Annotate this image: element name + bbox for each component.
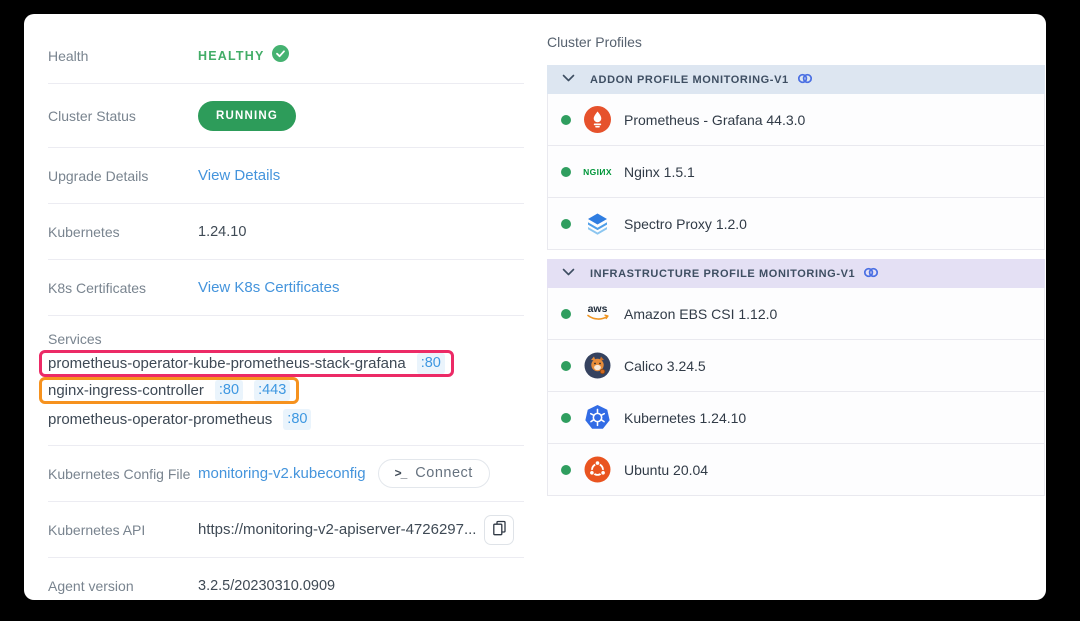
profile-item-prometheus-grafana[interactable]: Prometheus - Grafana 44.3.0 [547,94,1045,146]
upgrade-details-label: Upgrade Details [48,168,198,184]
profile-item-kubernetes[interactable]: Kubernetes 1.24.10 [547,392,1045,444]
kubernetes-api-label: Kubernetes API [48,522,198,538]
service-name: prometheus-operator-kube-prometheus-stac… [48,353,406,374]
health-row: Health HEALTHY [48,28,524,84]
cluster-status-label: Cluster Status [48,108,198,124]
kubernetes-api-url: https://monitoring-v2-apiserver-4726297.… [198,521,476,538]
pack-label: Nginx 1.5.1 [624,164,695,180]
service-port-link[interactable]: :443 [254,380,290,401]
pink-highlight-box: prometheus-operator-kube-prometheus-stac… [39,350,454,377]
aws-icon: aws [584,300,611,327]
profile-item-amazon-ebs-csi[interactable]: aws Amazon EBS CSI 1.12.0 [547,288,1045,340]
status-dot [561,465,571,475]
status-dot [561,309,571,319]
service-row-grafana: prometheus-operator-kube-prometheus-stac… [48,350,524,377]
copy-icon [492,520,507,539]
view-details-link[interactable]: View Details [198,167,280,184]
pack-label: Calico 3.24.5 [624,358,706,374]
copy-button[interactable] [484,515,514,545]
service-plain-box: prometheus-operator-prometheus :80 [39,406,320,433]
prometheus-icon [584,106,611,133]
kubernetes-api-row: Kubernetes API https://monitoring-v2-api… [48,502,524,558]
cluster-profiles-title: Cluster Profiles [547,34,1045,50]
service-name: nginx-ingress-controller [48,380,204,401]
kubernetes-version-row: Kubernetes 1.24.10 [48,204,524,260]
chevron-down-icon [562,267,575,280]
connect-button[interactable]: >_ Connect [378,459,490,488]
profile-item-nginx[interactable]: NGIИX Nginx 1.5.1 [547,146,1045,198]
service-name: prometheus-operator-prometheus [48,409,272,430]
pack-label: Prometheus - Grafana 44.3.0 [624,112,805,128]
orange-highlight-box: nginx-ingress-controller :80 :443 [39,377,299,404]
cluster-overview-card: Health HEALTHY Cluster Status RUNNING Up… [24,14,1046,600]
service-port-link[interactable]: :80 [215,380,243,401]
pack-label: Spectro Proxy 1.2.0 [624,216,747,232]
kubernetes-version-value: 1.24.10 [198,224,246,240]
cluster-details-panel: Health HEALTHY Cluster Status RUNNING Up… [24,14,524,600]
kubernetes-label: Kubernetes [48,224,198,240]
services-label: Services [48,331,524,347]
addon-profile-header-label: ADDON PROFILE MONITORING-V1 [590,74,789,86]
kubernetes-icon [584,404,611,431]
addon-profile-section: ADDON PROFILE MONITORING-V1 Prometheus -… [547,65,1045,250]
spectro-proxy-icon [584,210,611,237]
cluster-profiles-panel: Cluster Profiles ADDON PROFILE MONITORIN… [547,14,1045,600]
profile-item-ubuntu[interactable]: Ubuntu 20.04 [547,444,1045,496]
kubeconfig-file-link[interactable]: monitoring-v2.kubeconfig [198,465,366,482]
status-dot [561,115,571,125]
profile-item-spectro-proxy[interactable]: Spectro Proxy 1.2.0 [547,198,1045,250]
view-k8s-certificates-link[interactable]: View K8s Certificates [198,279,339,296]
agent-version-label: Agent version [48,578,198,594]
infrastructure-profile-section: INFRASTRUCTURE PROFILE MONITORING-V1 aws… [547,259,1045,496]
kubeconfig-row: Kubernetes Config File monitoring-v2.kub… [48,446,524,502]
infrastructure-profile-header-label: INFRASTRUCTURE PROFILE MONITORING-V1 [590,268,855,280]
pack-label: Kubernetes 1.24.10 [624,410,746,426]
health-label: Health [48,48,198,64]
service-port-link[interactable]: :80 [283,409,311,430]
health-status-badge: HEALTHY [198,49,265,63]
status-dot [561,361,571,371]
link-icon[interactable] [797,72,813,88]
calico-icon [584,352,611,379]
running-status-badge: RUNNING [198,101,296,131]
agent-version-row: Agent version 3.2.5/20230310.0909 [48,558,524,600]
link-icon[interactable] [863,266,879,282]
profile-item-calico[interactable]: Calico 3.24.5 [547,340,1045,392]
chevron-down-icon [562,73,575,86]
infrastructure-profile-header[interactable]: INFRASTRUCTURE PROFILE MONITORING-V1 [547,259,1045,288]
pack-label: Ubuntu 20.04 [624,462,708,478]
k8s-certificates-row: K8s Certificates View K8s Certificates [48,260,524,316]
nginx-logo-icon: NGIИX [584,158,611,185]
connect-button-label: Connect [415,465,473,481]
service-row-nginx-ingress: nginx-ingress-controller :80 :443 [48,377,524,404]
terminal-prompt-icon: >_ [395,466,407,480]
status-dot [561,167,571,177]
k8s-certificates-label: K8s Certificates [48,280,198,296]
services-section: Services prometheus-operator-kube-promet… [48,316,524,446]
status-dot [561,219,571,229]
service-port-link[interactable]: :80 [417,353,445,374]
service-row-prometheus: prometheus-operator-prometheus :80 [48,406,524,433]
ubuntu-icon [584,456,611,483]
check-circle-icon [272,45,289,67]
kubeconfig-label: Kubernetes Config File [48,466,198,482]
agent-version-value: 3.2.5/20230310.0909 [198,578,335,594]
cluster-status-row: Cluster Status RUNNING [48,84,524,148]
addon-profile-header[interactable]: ADDON PROFILE MONITORING-V1 [547,65,1045,94]
status-dot [561,413,571,423]
pack-label: Amazon EBS CSI 1.12.0 [624,306,777,322]
upgrade-details-row: Upgrade Details View Details [48,148,524,204]
